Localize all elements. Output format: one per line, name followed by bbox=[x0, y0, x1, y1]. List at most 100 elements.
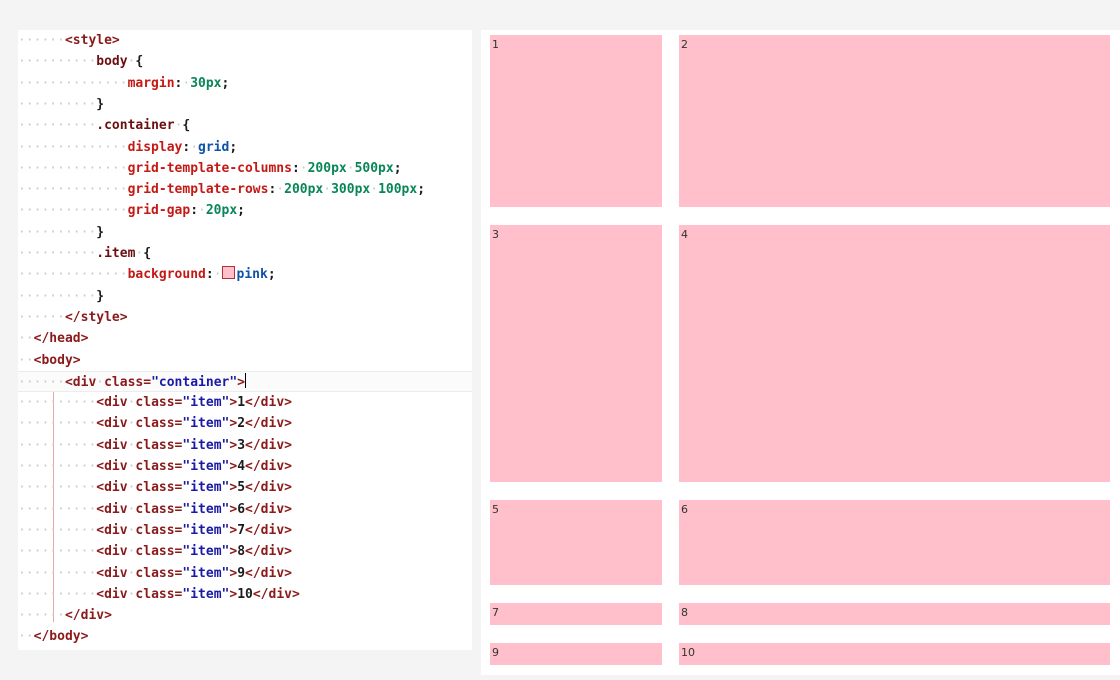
code-token: <style> bbox=[64, 33, 120, 48]
code-token: background bbox=[127, 267, 206, 283]
code-line[interactable]: ······</div> bbox=[18, 605, 472, 626]
code-token: </div> bbox=[245, 565, 292, 581]
code-line[interactable]: ··········} bbox=[18, 94, 472, 115]
code-line[interactable]: ··········body·{ bbox=[18, 51, 472, 72]
code-token: 10 bbox=[237, 586, 253, 602]
code-token: <div bbox=[96, 416, 128, 432]
code-token: ·············· bbox=[18, 139, 128, 155]
grid-item-7: 7 bbox=[490, 603, 662, 625]
code-token: </div> bbox=[245, 501, 292, 517]
code-token: grid-template-rows bbox=[127, 182, 269, 198]
code-token: "item" bbox=[182, 586, 230, 602]
code-line[interactable]: ······</style> bbox=[18, 307, 472, 328]
code-token: > bbox=[229, 459, 238, 474]
code-token: "item" bbox=[182, 459, 230, 474]
code-token: <div bbox=[96, 544, 128, 560]
code-line[interactable]: ··········<div·class="item">10</div> bbox=[18, 584, 472, 605]
code-line[interactable]: ··············margin:·30px; bbox=[18, 73, 472, 94]
code-line[interactable]: ··········<div·class="item">7</div> bbox=[18, 520, 472, 541]
code-token: ·········· bbox=[18, 224, 97, 240]
code-token: 200px bbox=[284, 182, 324, 198]
code-line[interactable]: ··········<div·class="item">5</div> bbox=[18, 477, 472, 498]
code-line[interactable]: ··</head> bbox=[18, 328, 472, 349]
code-line[interactable]: ··············grid-gap:·20px; bbox=[18, 200, 472, 221]
code-line[interactable]: ··············background:· pink; bbox=[18, 264, 472, 285]
code-token: 3 bbox=[237, 437, 246, 453]
code-token: > bbox=[229, 586, 238, 602]
grid-item-6: 6 bbox=[679, 500, 1110, 585]
code-token: ······ bbox=[18, 33, 65, 48]
code-token: .item bbox=[96, 246, 136, 261]
code-line[interactable]: ··········<div·class="item">6</div> bbox=[18, 499, 472, 520]
code-token: <div bbox=[96, 501, 128, 517]
code-token: ······ bbox=[18, 309, 65, 325]
code-token: class= bbox=[135, 395, 183, 411]
code-line[interactable]: ··············display:·grid; bbox=[18, 137, 472, 158]
code-token: ·········· bbox=[18, 54, 97, 70]
code-token: > bbox=[229, 565, 238, 581]
code-token: <div bbox=[96, 522, 128, 538]
code-token: </div> bbox=[245, 522, 292, 538]
code-token: class= bbox=[104, 374, 152, 390]
code-token: 4 bbox=[237, 459, 246, 474]
code-token: class= bbox=[135, 416, 183, 432]
code-token: <div bbox=[96, 480, 128, 496]
code-line[interactable]: ··········<div·class="item">2</div> bbox=[18, 413, 472, 434]
code-token: ; bbox=[237, 203, 245, 219]
code-token: "item" bbox=[182, 416, 230, 432]
code-token: > bbox=[229, 480, 238, 496]
color-swatch-icon[interactable] bbox=[221, 266, 235, 280]
code-token: </body> bbox=[33, 629, 89, 645]
code-token: 1 bbox=[237, 395, 246, 411]
code-token: ·········· bbox=[18, 96, 97, 112]
code-token: ·········· bbox=[18, 501, 97, 517]
code-token: · bbox=[213, 267, 222, 283]
code-token: ·············· bbox=[18, 267, 128, 283]
code-token: · bbox=[190, 139, 199, 155]
code-token: ·············· bbox=[18, 160, 128, 176]
code-token: ·········· bbox=[18, 522, 97, 538]
code-line[interactable]: ··········<div·class="item">4</div> bbox=[18, 456, 472, 477]
code-line[interactable]: ··<body> bbox=[18, 350, 472, 371]
code-token: <div bbox=[96, 437, 128, 453]
code-line[interactable]: ··········} bbox=[18, 286, 472, 307]
code-line[interactable]: ··········} bbox=[18, 222, 472, 243]
code-line[interactable]: ··············grid-template-columns:·200… bbox=[18, 158, 472, 179]
code-token: ; bbox=[417, 182, 426, 198]
code-token: pink bbox=[236, 267, 268, 283]
code-token: ·· bbox=[18, 629, 34, 645]
code-token: 500px bbox=[354, 160, 394, 176]
code-token: </div> bbox=[245, 416, 292, 432]
code-token: <div bbox=[96, 565, 128, 581]
code-token: ·· bbox=[18, 352, 34, 368]
code-line[interactable]: ······<div·class="container"> bbox=[18, 370, 472, 393]
code-token: ·········· bbox=[18, 246, 97, 261]
code-line[interactable]: ··········.container·{ bbox=[18, 115, 472, 136]
code-line[interactable]: ··············grid-template-rows:·200px·… bbox=[18, 179, 472, 200]
code-token: ·········· bbox=[18, 437, 97, 453]
code-line[interactable]: ··········<div·class="item">1</div> bbox=[18, 392, 472, 413]
code-token: ; bbox=[229, 139, 238, 155]
code-editor[interactable]: ······<style> ··········body·{···········… bbox=[18, 30, 472, 650]
code-token: 200px bbox=[307, 160, 347, 176]
preview-pane: 1 2 3 4 5 6 7 8 9 10 bbox=[481, 30, 1120, 675]
code-line[interactable]: ······<style> bbox=[18, 30, 472, 51]
code-token: </div> bbox=[245, 437, 292, 453]
code-token: : bbox=[190, 203, 199, 219]
code-token: > bbox=[229, 395, 238, 411]
code-token: 30px bbox=[190, 75, 222, 91]
code-line[interactable]: ··········<div·class="item">9</div> bbox=[18, 563, 472, 584]
code-line[interactable]: ··········.item·{ bbox=[18, 243, 472, 264]
code-token: </div> bbox=[245, 459, 292, 474]
code-line[interactable]: ··</body> bbox=[18, 626, 472, 647]
code-token: > bbox=[237, 374, 245, 390]
code-line[interactable]: ··········<div·class="item">8</div> bbox=[18, 541, 472, 562]
code-token: ·········· bbox=[18, 118, 97, 134]
code-token: · bbox=[370, 182, 379, 198]
code-token: > bbox=[229, 501, 238, 517]
code-token: </div> bbox=[245, 544, 292, 560]
code-line[interactable]: ··········<div·class="item">3</div> bbox=[18, 435, 472, 456]
code-token: <div bbox=[64, 374, 97, 390]
code-token: ·········· bbox=[18, 565, 97, 581]
code-token: class= bbox=[135, 544, 183, 560]
